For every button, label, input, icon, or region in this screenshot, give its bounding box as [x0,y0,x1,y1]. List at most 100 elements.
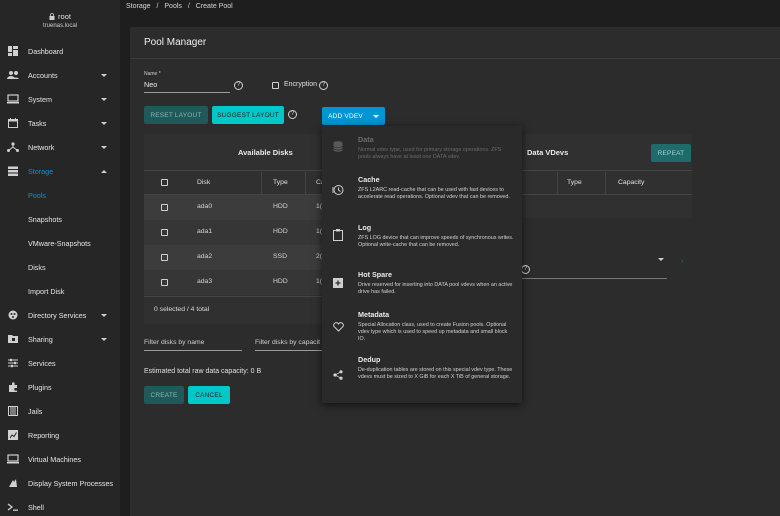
row-checkbox[interactable] [161,204,168,211]
services-icon [7,357,19,369]
vdev-column-capacity[interactable]: Capacity [618,179,644,186]
storage-icon [7,165,19,177]
log-icon [332,229,344,241]
row-checkbox[interactable] [161,229,168,236]
table-row[interactable]: ada2 SSD 2( [144,245,324,270]
sidebar-item-tasks[interactable]: Tasks [0,113,120,133]
sidebar-header: root truenas.local [0,0,120,40]
reset-layout-button[interactable]: RESET LAYOUT [144,106,208,124]
accounts-icon [7,69,19,81]
sidebar-item-system[interactable]: System [0,89,120,109]
app: root truenas.local Dashboard Accounts Sy… [0,0,780,516]
chevron-down-icon [101,73,107,77]
vdev-select-underline [522,278,667,279]
encryption-help-icon[interactable]: ? [319,81,328,90]
sidebar-host: truenas.local [42,23,78,29]
sidebar-item-virtual-machines[interactable]: Virtual Machines [0,449,120,469]
sidebar-item-network[interactable]: Network [0,137,120,157]
menu-item-log[interactable]: Log ZFS LOG device that can improve spee… [322,222,522,269]
sidebar-item-vmware-snapshots[interactable]: VMware-Snapshots [0,233,120,253]
column-disk[interactable]: Disk [197,179,210,186]
page-title: Pool Manager [144,37,207,48]
system-icon [7,93,19,105]
sidebar-item-services[interactable]: Services [0,353,120,373]
shell-icon [7,501,19,513]
sidebar: root truenas.local Dashboard Accounts Sy… [0,0,120,516]
suggest-layout-button[interactable]: SUGGEST LAYOUT [212,106,284,124]
sidebar-item-jails[interactable]: Jails [0,401,120,421]
breadcrumb-storage[interactable]: Storage [126,3,151,10]
row-checkbox[interactable] [161,279,168,286]
selection-count: 0 selected / 4 total [154,306,210,313]
menu-item-metadata[interactable]: Metadata Special Allocation class, used … [322,310,522,356]
cancel-button[interactable]: CANCEL [188,386,230,404]
chevron-right-icon[interactable]: › [681,258,683,265]
create-button[interactable]: CREATE [144,386,184,404]
vdev-select-caret-icon[interactable] [658,258,664,261]
sidebar-item-reporting[interactable]: Reporting [0,425,120,445]
name-help-icon[interactable]: ? [234,81,243,90]
processes-icon [7,477,19,489]
vdev-help-icon[interactable]: ? [521,265,530,274]
breadcrumb: Storage / Pools / Create Pool [126,3,233,10]
sidebar-item-storage[interactable]: Storage [0,161,120,181]
virtual-machines-icon [7,453,19,465]
cache-icon [332,184,344,196]
breadcrumb-pools[interactable]: Pools [164,3,182,10]
name-label: Name * [144,71,161,77]
chevron-down-icon [101,145,107,149]
menu-item-cache[interactable]: Cache ZFS L2ARC read-cache that can be u… [322,174,522,222]
jails-icon [7,405,19,417]
lock-icon [49,13,55,20]
plugins-icon [7,381,19,393]
sidebar-item-dashboard[interactable]: Dashboard [0,41,120,61]
available-disks-title: Available Disks [238,148,293,157]
table-row[interactable]: ada1 HDD 1( [144,220,324,245]
chevron-down-icon [101,97,107,101]
tasks-icon [7,117,19,129]
layout-help-icon[interactable]: ? [288,110,297,119]
add-vdev-menu: Data Normal vdev type, used for primary … [322,126,522,403]
column-type[interactable]: Type [273,179,288,186]
chevron-up-icon [101,169,107,173]
sidebar-item-display-system-processes[interactable]: Display System Processes [0,473,120,493]
sidebar-item-plugins[interactable]: Plugins [0,377,120,397]
metadata-icon [332,321,344,333]
sidebar-item-accounts[interactable]: Accounts [0,65,120,85]
menu-item-dedup[interactable]: Dedup De-duplication tables are stored o… [322,355,522,403]
menu-item-hot-spare[interactable]: Hot Spare Drive reserved for inserting i… [322,269,522,311]
repeat-button[interactable]: REPEAT [651,144,691,162]
name-underline [144,92,230,93]
directory-services-icon [7,309,19,321]
dashboard-icon [7,45,19,57]
sidebar-item-pools[interactable]: Pools [0,185,120,205]
sidebar-item-directory-services[interactable]: Directory Services [0,305,120,325]
database-icon [332,140,344,152]
table-row[interactable]: ada0 HDD 1( [144,195,324,220]
row-checkbox[interactable] [161,254,168,261]
sidebar-item-import-disk[interactable]: Import Disk [0,281,120,301]
sidebar-item-shell[interactable]: Shell [0,497,120,516]
filter-name-input[interactable]: Filter disks by name [144,339,204,346]
chevron-down-icon [101,121,107,125]
select-all-checkbox[interactable] [161,179,168,186]
add-vdev-button[interactable]: ADD VDEV [322,107,385,125]
filter-capacity-input[interactable]: Filter disks by capacit [255,339,320,346]
breadcrumb-create-pool: Create Pool [195,3,233,10]
sidebar-item-snapshots[interactable]: Snapshots [0,209,120,229]
encryption-checkbox[interactable] [272,82,279,89]
vdev-column-type[interactable]: Type [567,179,582,186]
divider [130,58,780,59]
reporting-icon [7,429,19,441]
chevron-down-icon [101,337,107,341]
dedup-icon [332,369,344,381]
name-input[interactable]: Neo [144,80,157,89]
sidebar-item-disks[interactable]: Disks [0,257,120,277]
capacity-estimate: Estimated total raw data capacity: 0 B [144,368,262,375]
network-icon [7,141,19,153]
sidebar-item-sharing[interactable]: Sharing [0,329,120,349]
menu-item-data: Data Normal vdev type, used for primary … [322,126,522,174]
data-vdevs-title: Data VDevs [527,148,569,157]
table-row[interactable]: ada3 HDD 1( [144,270,324,295]
caret-down-icon [372,114,379,118]
